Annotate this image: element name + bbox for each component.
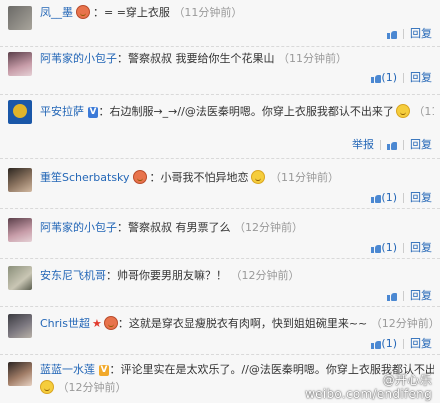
avatar[interactable] xyxy=(8,362,32,386)
username[interactable]: 重笙Scherbatsky xyxy=(40,171,130,184)
username[interactable]: 安东尼飞机哥 xyxy=(40,269,106,282)
timestamp: （12分钟前） xyxy=(370,317,434,330)
police-badge-icon xyxy=(13,104,27,118)
reply-link[interactable]: 回复 xyxy=(410,71,432,84)
username[interactable]: 蓝蓝一水莲 xyxy=(40,363,95,376)
comment-actions: (1) 回复 xyxy=(371,241,432,255)
avatar[interactable] xyxy=(8,266,32,290)
emoji-icon xyxy=(40,380,54,394)
comment-text: 这就是穿衣显瘦脱衣有肉啊，快到姐姐碗里来~~ xyxy=(128,317,368,330)
like-icon[interactable] xyxy=(371,73,382,83)
badge-icon xyxy=(132,170,147,184)
timestamp: （12分钟前） xyxy=(234,221,303,234)
comment-text: 小哥我不怕异地恋 xyxy=(160,171,249,184)
reply-link[interactable]: 回复 xyxy=(410,337,432,350)
like-icon[interactable] xyxy=(387,140,397,150)
like-icon[interactable] xyxy=(371,243,382,253)
watermark-url: weibo.com/endifeng xyxy=(305,387,432,401)
comment-item: 重笙Scherbatsky ：小哥我不怕异地恋 （11分钟前） (1) 回复 xyxy=(0,158,440,209)
comment-text: = =穿上衣服 xyxy=(104,6,170,19)
like-icon[interactable] xyxy=(371,193,382,203)
comment-text: 评论里实在是太欢乐了。//@法医秦明 xyxy=(120,363,304,376)
username[interactable]: 平安拉萨 xyxy=(40,105,84,118)
emoji-icon xyxy=(395,104,410,118)
badge-icon xyxy=(76,5,90,19)
like-icon[interactable] xyxy=(387,291,397,301)
timestamp: （12分钟前） xyxy=(230,269,300,282)
avatar[interactable] xyxy=(8,100,32,124)
avatar[interactable] xyxy=(8,314,32,338)
timestamp: （12分钟前） xyxy=(57,381,127,394)
comment-item: 安东尼飞机哥：帅哥你要男朋友嘛？！ （12分钟前） 回复 xyxy=(0,258,440,307)
comment-item: 平安拉萨 V：右边制服→_→//@法医秦明嗯。你穿上衣服我都认不出来了 （11分… xyxy=(0,94,440,159)
like-count[interactable]: (1) xyxy=(381,71,397,84)
like-count[interactable]: (1) xyxy=(381,241,397,254)
report-link[interactable]: 举报 xyxy=(352,138,374,151)
reply-link[interactable]: 回复 xyxy=(410,27,432,40)
like-icon[interactable] xyxy=(371,339,382,349)
comment-actions: (1) 回复 xyxy=(371,191,432,205)
username[interactable]: 阿苇家的小包子 xyxy=(40,52,117,65)
badge-icon: ★ xyxy=(91,317,102,330)
watermark: @开心乐 weibo.com/endifeng xyxy=(305,373,432,401)
verified-icon: V xyxy=(87,107,99,118)
like-count[interactable]: (1) xyxy=(381,191,397,204)
comment-item: 阿苇家的小包子：警察叔叔 有男票了么 （12分钟前） (1) 回复 xyxy=(0,208,440,259)
comment-text: 右边制服→_→//@法医秦明 xyxy=(109,105,240,118)
verified-icon: V xyxy=(98,365,110,376)
avatar[interactable] xyxy=(8,218,32,242)
emoji-icon xyxy=(250,170,265,184)
username[interactable]: 凤__墨 xyxy=(40,6,73,19)
timestamp: （11分钟前） xyxy=(173,6,243,19)
username[interactable]: Chris世超 xyxy=(40,317,90,330)
reply-link[interactable]: 回复 xyxy=(410,241,432,254)
reply-link[interactable]: 回复 xyxy=(410,191,432,204)
comment-item: 凤__墨 ：= =穿上衣服 （11分钟前） 回复 xyxy=(0,0,440,47)
comment-text: 帅哥你要男朋友嘛？！ xyxy=(117,269,227,282)
comment-actions: (1) 回复 xyxy=(371,71,432,85)
like-count[interactable]: (1) xyxy=(381,337,397,350)
avatar[interactable] xyxy=(8,168,32,192)
timestamp: （11分钟前） xyxy=(278,52,347,65)
reply-link[interactable]: 回复 xyxy=(410,289,432,302)
comment-actions: 举报 回复 xyxy=(352,138,432,152)
mention-text: 嗯。你穿上衣服我都认不出来了 xyxy=(239,105,394,118)
comment-actions: 回复 xyxy=(387,289,432,303)
reply-link[interactable]: 回复 xyxy=(410,138,432,151)
avatar[interactable] xyxy=(8,6,32,30)
timestamp: （11分钟前） xyxy=(413,105,434,118)
comment-actions: 回复 xyxy=(387,27,432,41)
comment-text: 警察叔叔 我要给你生个花果山 xyxy=(128,52,275,65)
comment-actions: (1) 回复 xyxy=(371,337,432,351)
comment-text: 警察叔叔 有男票了么 xyxy=(128,221,231,234)
comment-item: 阿苇家的小包子：警察叔叔 我要给你生个花果山 （11分钟前） (1) 回复 xyxy=(0,46,440,95)
like-icon[interactable] xyxy=(387,29,397,39)
avatar[interactable] xyxy=(8,52,32,76)
comment-item: Chris世超 ★ ：这就是穿衣显瘦脱衣有肉啊，快到姐姐碗里来~~ （12分钟前） … xyxy=(0,306,440,355)
badge-icon xyxy=(103,316,118,330)
username[interactable]: 阿苇家的小包子 xyxy=(40,221,117,234)
timestamp: （11分钟前） xyxy=(270,171,340,184)
watermark-handle: @开心乐 xyxy=(382,373,432,387)
